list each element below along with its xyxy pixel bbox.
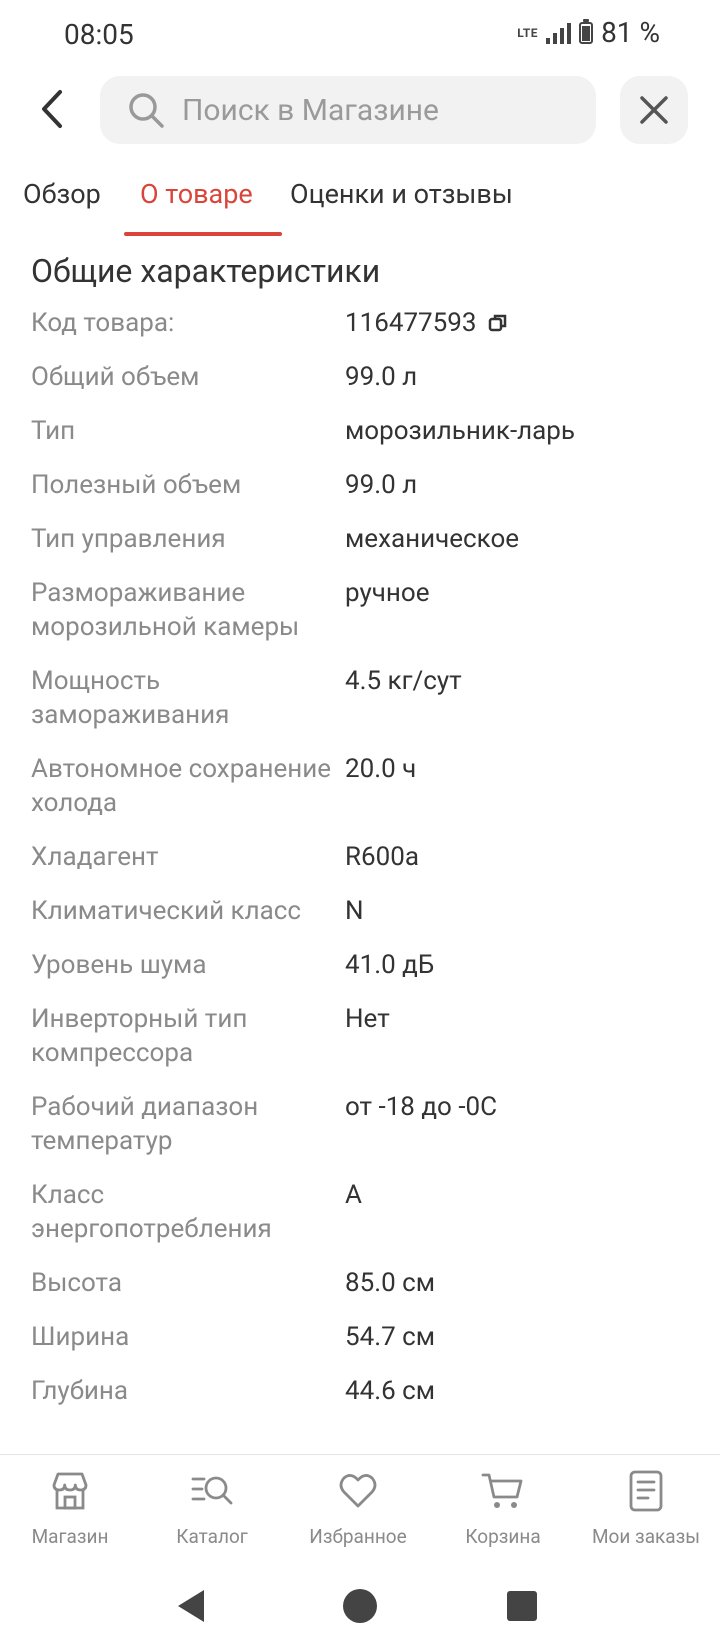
spec-row: Класс энергопотребления A bbox=[0, 1178, 720, 1246]
bottom-navigation: Магазин Каталог Избранное Корзина Мои за… bbox=[0, 1454, 720, 1567]
spec-value: 20.0 ч bbox=[345, 754, 417, 784]
catalog-search-icon bbox=[191, 1476, 233, 1505]
system-home-icon[interactable] bbox=[340, 1586, 380, 1626]
spec-label: Код товара: bbox=[31, 308, 175, 338]
spec-label: Глубина bbox=[31, 1376, 129, 1406]
store-icon bbox=[52, 1472, 88, 1510]
spec-row: Климатический класс N bbox=[0, 894, 720, 928]
spec-row: Рабочий диапазон температур от -18 до -0… bbox=[0, 1090, 720, 1158]
spec-row: Автономное сохранение холода 20.0 ч bbox=[0, 752, 720, 820]
spec-value: 44.6 см bbox=[345, 1376, 436, 1406]
battery-icon bbox=[579, 18, 594, 44]
nav-item-favorites[interactable]: Избранное bbox=[288, 1469, 428, 1548]
spec-label: Класс энергопотребления bbox=[31, 1180, 272, 1244]
spec-row: Размораживание морозильной камеры ручное bbox=[0, 576, 720, 644]
status-time: 08:05 bbox=[64, 18, 134, 51]
cart-icon bbox=[481, 1473, 523, 1508]
spec-value: 85.0 см bbox=[345, 1268, 436, 1298]
signal-icon bbox=[546, 22, 572, 44]
spec-value: 99.0 л bbox=[345, 362, 418, 392]
spec-value: 99.0 л bbox=[345, 470, 418, 500]
spec-row: Мощность замораживания 4.5 кг/сут bbox=[0, 664, 720, 732]
system-navigation-bar bbox=[0, 1566, 720, 1650]
product-tabs: Обзор О товаре Оценки и отзывы bbox=[0, 170, 720, 236]
spec-value: 116477593 bbox=[345, 306, 509, 340]
spec-row: Уровень шума 41.0 дБ bbox=[0, 948, 720, 982]
spec-row: Тип управления механическое bbox=[0, 522, 720, 556]
product-code: 116477593 bbox=[345, 308, 477, 338]
spec-value: N bbox=[345, 896, 364, 926]
spec-row: Общий объем 99.0 л bbox=[0, 360, 720, 394]
heart-icon bbox=[339, 1474, 377, 1508]
search-bar[interactable] bbox=[100, 76, 596, 144]
spec-label: Климатический класс bbox=[31, 896, 301, 926]
orders-icon bbox=[629, 1470, 663, 1512]
back-arrow-icon bbox=[42, 90, 62, 128]
nav-item-store[interactable]: Магазин bbox=[0, 1469, 140, 1548]
status-bar: 08:05 LTE 81 % bbox=[0, 0, 720, 72]
active-tab-indicator bbox=[124, 232, 282, 236]
spec-value: A bbox=[345, 1180, 362, 1210]
nav-label: Каталог bbox=[176, 1525, 248, 1548]
spec-row: Полезный объем 99.0 л bbox=[0, 468, 720, 502]
copy-icon[interactable] bbox=[487, 312, 509, 334]
spec-label: Рабочий диапазон температур bbox=[31, 1092, 259, 1156]
spec-label: Тип bbox=[31, 416, 76, 446]
spec-row: Глубина 44.6 см bbox=[0, 1374, 720, 1408]
spec-value: R600a bbox=[345, 842, 420, 872]
spec-row: Тип морозильник-ларь bbox=[0, 414, 720, 448]
top-bar bbox=[0, 76, 720, 146]
spec-label: Автономное сохранение холода bbox=[31, 754, 332, 818]
spec-row: Высота 85.0 см bbox=[0, 1266, 720, 1300]
search-icon bbox=[129, 93, 164, 128]
status-indicators: LTE 81 % bbox=[517, 16, 660, 49]
spec-value: морозильник-ларь bbox=[345, 416, 576, 446]
close-button[interactable] bbox=[620, 76, 688, 144]
spec-label: Инверторный тип компрессора bbox=[31, 1004, 248, 1068]
nav-label: Мои заказы bbox=[591, 1525, 701, 1548]
system-recents-icon[interactable] bbox=[502, 1586, 542, 1626]
spec-label: Высота bbox=[31, 1268, 122, 1298]
spec-value: ручное bbox=[345, 578, 430, 608]
spec-row: Хладагент R600a bbox=[0, 840, 720, 874]
nav-label: Корзина bbox=[465, 1525, 541, 1548]
spec-value: механическое bbox=[345, 524, 520, 554]
spec-label: Ширина bbox=[31, 1322, 130, 1352]
back-button[interactable] bbox=[30, 84, 80, 134]
spec-label: Общий объем bbox=[31, 362, 200, 392]
spec-row: Ширина 54.7 см bbox=[0, 1320, 720, 1354]
spec-value: от -18 до -0С bbox=[345, 1092, 498, 1122]
tab-reviews[interactable]: Оценки и отзывы bbox=[290, 178, 513, 210]
nav-item-orders[interactable]: Мои заказы bbox=[576, 1469, 716, 1548]
spec-label: Хладагент bbox=[31, 842, 159, 872]
spec-row: Инверторный тип компрессора Нет bbox=[0, 1002, 720, 1070]
spec-label: Уровень шума bbox=[31, 950, 207, 980]
spec-label: Тип управления bbox=[31, 524, 226, 554]
network-type: LTE bbox=[517, 25, 539, 40]
specs-list: Код товара: 116477593 Общий объем 99.0 л… bbox=[0, 306, 720, 1454]
spec-label: Мощность замораживания bbox=[31, 666, 230, 730]
spec-value: Нет bbox=[345, 1004, 390, 1034]
spec-label: Размораживание морозильной камеры bbox=[31, 578, 300, 642]
spec-label: Полезный объем bbox=[31, 470, 242, 500]
spec-row: Код товара: 116477593 bbox=[0, 306, 720, 340]
battery-level: 81 % bbox=[601, 16, 660, 49]
close-icon bbox=[640, 96, 668, 124]
tab-overview[interactable]: Обзор bbox=[23, 178, 101, 210]
nav-item-catalog[interactable]: Каталог bbox=[142, 1469, 282, 1548]
nav-label: Магазин bbox=[31, 1525, 109, 1548]
spec-value: 4.5 кг/сут bbox=[345, 666, 462, 696]
spec-value: 41.0 дБ bbox=[345, 950, 435, 980]
nav-label: Избранное bbox=[309, 1525, 407, 1548]
nav-item-cart[interactable]: Корзина bbox=[433, 1469, 573, 1548]
section-title: Общие характеристики bbox=[31, 252, 381, 290]
spec-value: 54.7 см bbox=[345, 1322, 436, 1352]
system-back-icon[interactable] bbox=[172, 1586, 212, 1626]
tab-about-product[interactable]: О товаре bbox=[140, 178, 253, 210]
search-input[interactable] bbox=[180, 91, 564, 129]
